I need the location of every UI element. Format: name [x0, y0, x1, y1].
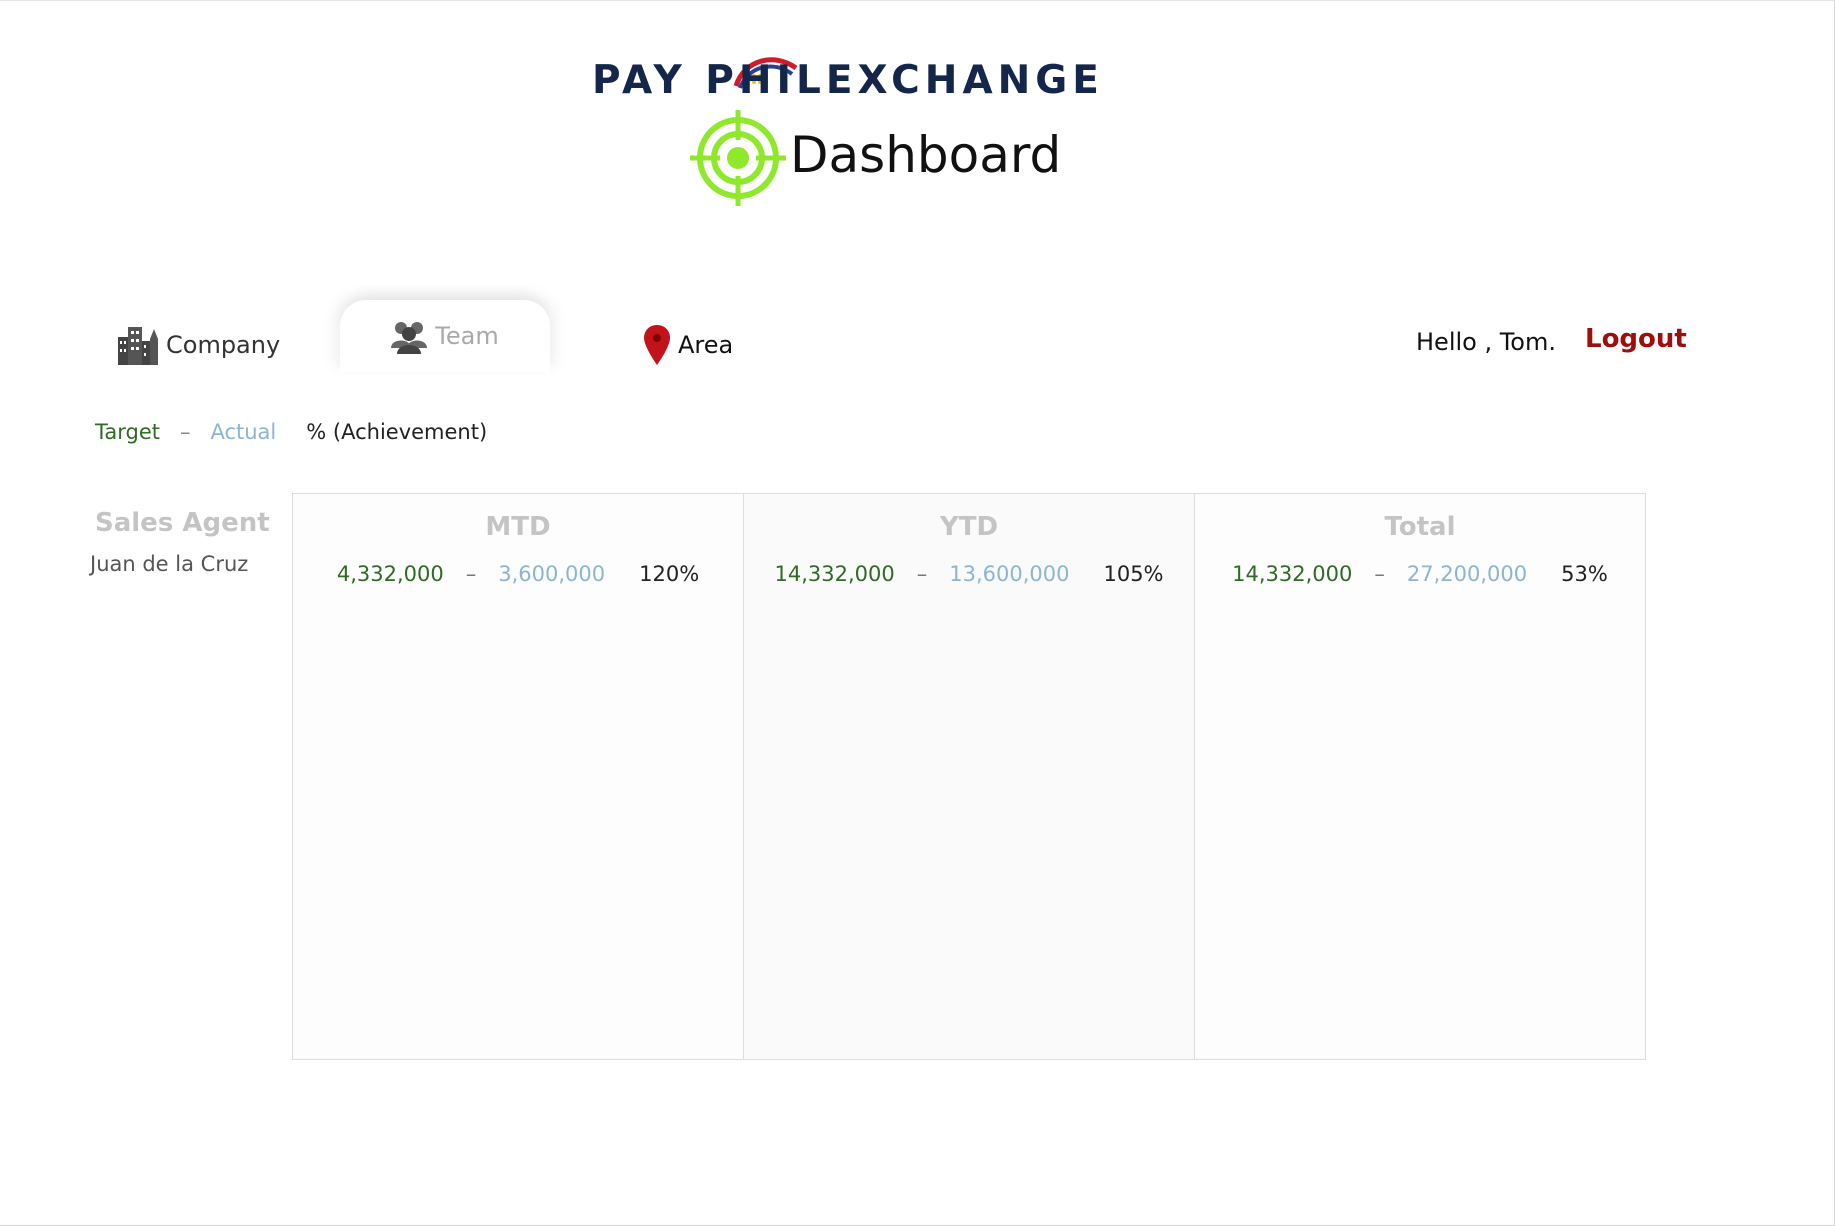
- achievement-value: 120%: [639, 562, 700, 586]
- tab-team-label: Team: [435, 322, 499, 350]
- panel-header: Total: [1384, 512, 1456, 542]
- team-icon: [391, 322, 428, 354]
- target-value: 14,332,000: [1232, 562, 1353, 586]
- tab-company[interactable]: Company: [116, 310, 280, 380]
- panel-total: Total 14,332,000 – 27,200,000 53%: [1195, 494, 1645, 1059]
- dash: –: [465, 562, 477, 586]
- target-value: 4,332,000: [336, 562, 444, 586]
- legend-achievement: % (Achievement): [306, 420, 488, 444]
- dash: –: [1374, 562, 1385, 586]
- actual-value: 27,200,000: [1406, 562, 1528, 586]
- target-value: 14,332,000: [774, 562, 895, 586]
- panel-header: YTD: [939, 512, 999, 542]
- logo-text: PAY PHILEXCHANGE: [592, 58, 1104, 103]
- panel-ytd: YTD 14,332,000 – 13,600,000 105%: [744, 494, 1195, 1059]
- dash: –: [916, 562, 928, 586]
- achievement-value: 105%: [1103, 562, 1164, 586]
- user-greeting: Hello , Tom.: [1416, 328, 1556, 356]
- logout-link[interactable]: Logout: [1585, 324, 1687, 354]
- panel-mtd: MTD 4,332,000 – 3,600,000 120%: [293, 494, 744, 1059]
- payphilexchange-logo: PAY PHILEXCHANGE: [592, 52, 1232, 103]
- buildings-icon: [118, 327, 158, 365]
- map-pin-icon: [644, 325, 670, 365]
- tab-team[interactable]: Team: [340, 300, 550, 372]
- panel-row: 14,332,000 – 13,600,000 105%: [744, 562, 1194, 586]
- page-title: Dashboard: [790, 126, 1062, 184]
- dashboard-header: Dashboard: [690, 110, 1070, 206]
- legend-actual: Actual: [210, 420, 277, 444]
- tab-area[interactable]: Area: [644, 310, 733, 380]
- tab-area-label: Area: [678, 331, 734, 359]
- agent-name: Juan de la Cruz: [90, 552, 249, 576]
- actual-value: 3,600,000: [498, 562, 606, 586]
- legend-target: Target: [95, 420, 160, 444]
- legend-dash: –: [179, 420, 191, 444]
- actual-value: 13,600,000: [949, 562, 1070, 586]
- achievement-value: 53%: [1561, 562, 1608, 586]
- panel-header: MTD: [485, 512, 551, 542]
- sales-agent-header: Sales Agent: [95, 508, 270, 538]
- sales-agent-column: Sales Agent Juan de la Cruz: [90, 508, 290, 576]
- summary-panels: MTD 4,332,000 – 3,600,000 120% YTD 14,33…: [292, 493, 1646, 1060]
- target-icon: [690, 110, 786, 206]
- tab-company-label: Company: [166, 331, 281, 359]
- panel-row: 14,332,000 – 27,200,000 53%: [1195, 562, 1645, 586]
- legend: Target – Actual % (Achievement): [95, 420, 487, 444]
- panel-row: 4,332,000 – 3,600,000 120%: [293, 562, 743, 586]
